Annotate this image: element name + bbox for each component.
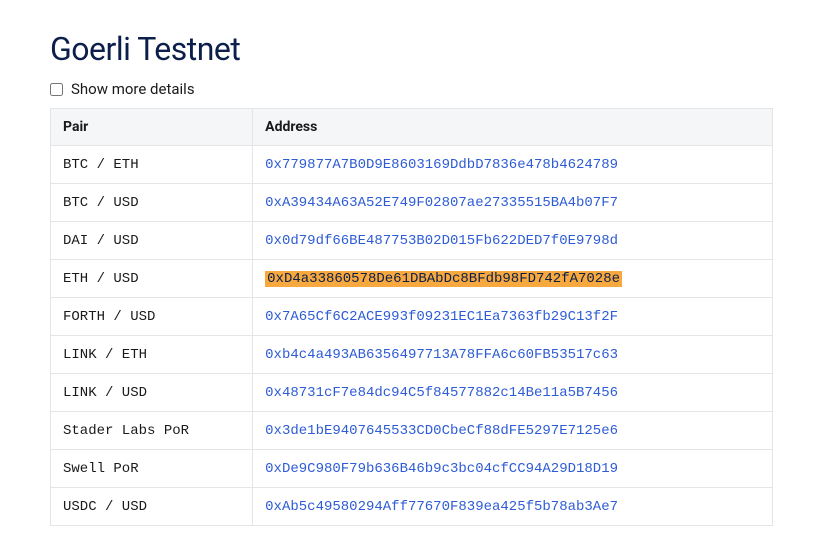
address-cell: 0x0d79df66BE487753B02D015Fb622DED7f0E979… <box>253 222 773 260</box>
pair-cell: BTC / USD <box>51 184 253 222</box>
pair-cell: FORTH / USD <box>51 298 253 336</box>
address-link[interactable]: 0xb4c4a493AB6356497713A78FFA6c60FB53517c… <box>265 347 618 363</box>
table-row: Swell PoR 0xDe9C980F79b636B46b9c3bc04cfCC… <box>51 450 773 488</box>
address-cell: 0xAb5c49580294Aff77670F839ea425f5b78ab3A… <box>253 488 773 526</box>
pair-cell: Stader Labs PoR <box>51 412 253 450</box>
table-row: Stader Labs PoR 0x3de1bE9407645533CD0CbeC… <box>51 412 773 450</box>
pair-cell: Swell PoR <box>51 450 253 488</box>
table-row: FORTH / USD 0x7A65Cf6C2ACE993f09231EC1Ea7… <box>51 298 773 336</box>
address-cell: 0xD4a33860578De61DBAbDc8BFdb98FD742fA702… <box>253 260 773 298</box>
table-row: BTC / ETH 0x779877A7B0D9E8603169DdbD7836e… <box>51 146 773 184</box>
show-more-details-checkbox[interactable] <box>50 83 63 96</box>
address-link[interactable]: 0xD4a33860578De61DBAbDc8BFdb98FD742fA702… <box>265 271 622 287</box>
address-link[interactable]: 0x0d79df66BE487753B02D015Fb622DED7f0E979… <box>265 233 618 249</box>
address-link[interactable]: 0x779877A7B0D9E8603169DdbD7836e478b46247… <box>265 157 618 173</box>
show-more-details-row: Show more details <box>50 80 773 98</box>
pair-cell: ETH / USD <box>51 260 253 298</box>
table-row: ETH / USD 0xD4a33860578De61DBAbDc8BFdb98F… <box>51 260 773 298</box>
address-link[interactable]: 0x7A65Cf6C2ACE993f09231EC1Ea7363fb29C13f… <box>265 309 618 325</box>
table-body: BTC / ETH 0x779877A7B0D9E8603169DdbD7836e… <box>51 146 773 526</box>
address-link[interactable]: 0xDe9C980F79b636B46b9c3bc04cfCC94A29D18D… <box>265 461 618 477</box>
table-row: LINK / USD 0x48731cF7e84dc94C5f84577882c1… <box>51 374 773 412</box>
address-link[interactable]: 0xA39434A63A52E749F02807ae27335515BA4b07… <box>265 195 618 211</box>
address-link[interactable]: 0x3de1bE9407645533CD0CbeCf88dFE5297E7125… <box>265 423 618 439</box>
pair-cell: USDC / USD <box>51 488 253 526</box>
page-title: Goerli Testnet <box>50 30 773 68</box>
address-cell: 0xDe9C980F79b636B46b9c3bc04cfCC94A29D18D… <box>253 450 773 488</box>
address-cell: 0x48731cF7e84dc94C5f84577882c14Be11a5B74… <box>253 374 773 412</box>
address-cell: 0xA39434A63A52E749F02807ae27335515BA4b07… <box>253 184 773 222</box>
address-cell: 0xb4c4a493AB6356497713A78FFA6c60FB53517c… <box>253 336 773 374</box>
address-cell: 0x7A65Cf6C2ACE993f09231EC1Ea7363fb29C13f… <box>253 298 773 336</box>
address-cell: 0x779877A7B0D9E8603169DdbD7836e478b46247… <box>253 146 773 184</box>
table-row: LINK / ETH 0xb4c4a493AB6356497713A78FFA6c… <box>51 336 773 374</box>
pair-cell: LINK / USD <box>51 374 253 412</box>
table-header-row: Pair Address <box>51 109 773 146</box>
pair-cell: DAI / USD <box>51 222 253 260</box>
header-address: Address <box>253 109 773 146</box>
table-row: USDC / USD 0xAb5c49580294Aff77670F839ea42… <box>51 488 773 526</box>
show-more-details-label[interactable]: Show more details <box>71 80 195 98</box>
address-link[interactable]: 0x48731cF7e84dc94C5f84577882c14Be11a5B74… <box>265 385 618 401</box>
table-row: DAI / USD 0x0d79df66BE487753B02D015Fb622D… <box>51 222 773 260</box>
address-cell: 0x3de1bE9407645533CD0CbeCf88dFE5297E7125… <box>253 412 773 450</box>
header-pair: Pair <box>51 109 253 146</box>
pair-cell: LINK / ETH <box>51 336 253 374</box>
address-link[interactable]: 0xAb5c49580294Aff77670F839ea425f5b78ab3A… <box>265 499 618 515</box>
feeds-table: Pair Address BTC / ETH 0x779877A7B0D9E860… <box>50 108 773 526</box>
pair-cell: BTC / ETH <box>51 146 253 184</box>
table-row: BTC / USD 0xA39434A63A52E749F02807ae27335… <box>51 184 773 222</box>
